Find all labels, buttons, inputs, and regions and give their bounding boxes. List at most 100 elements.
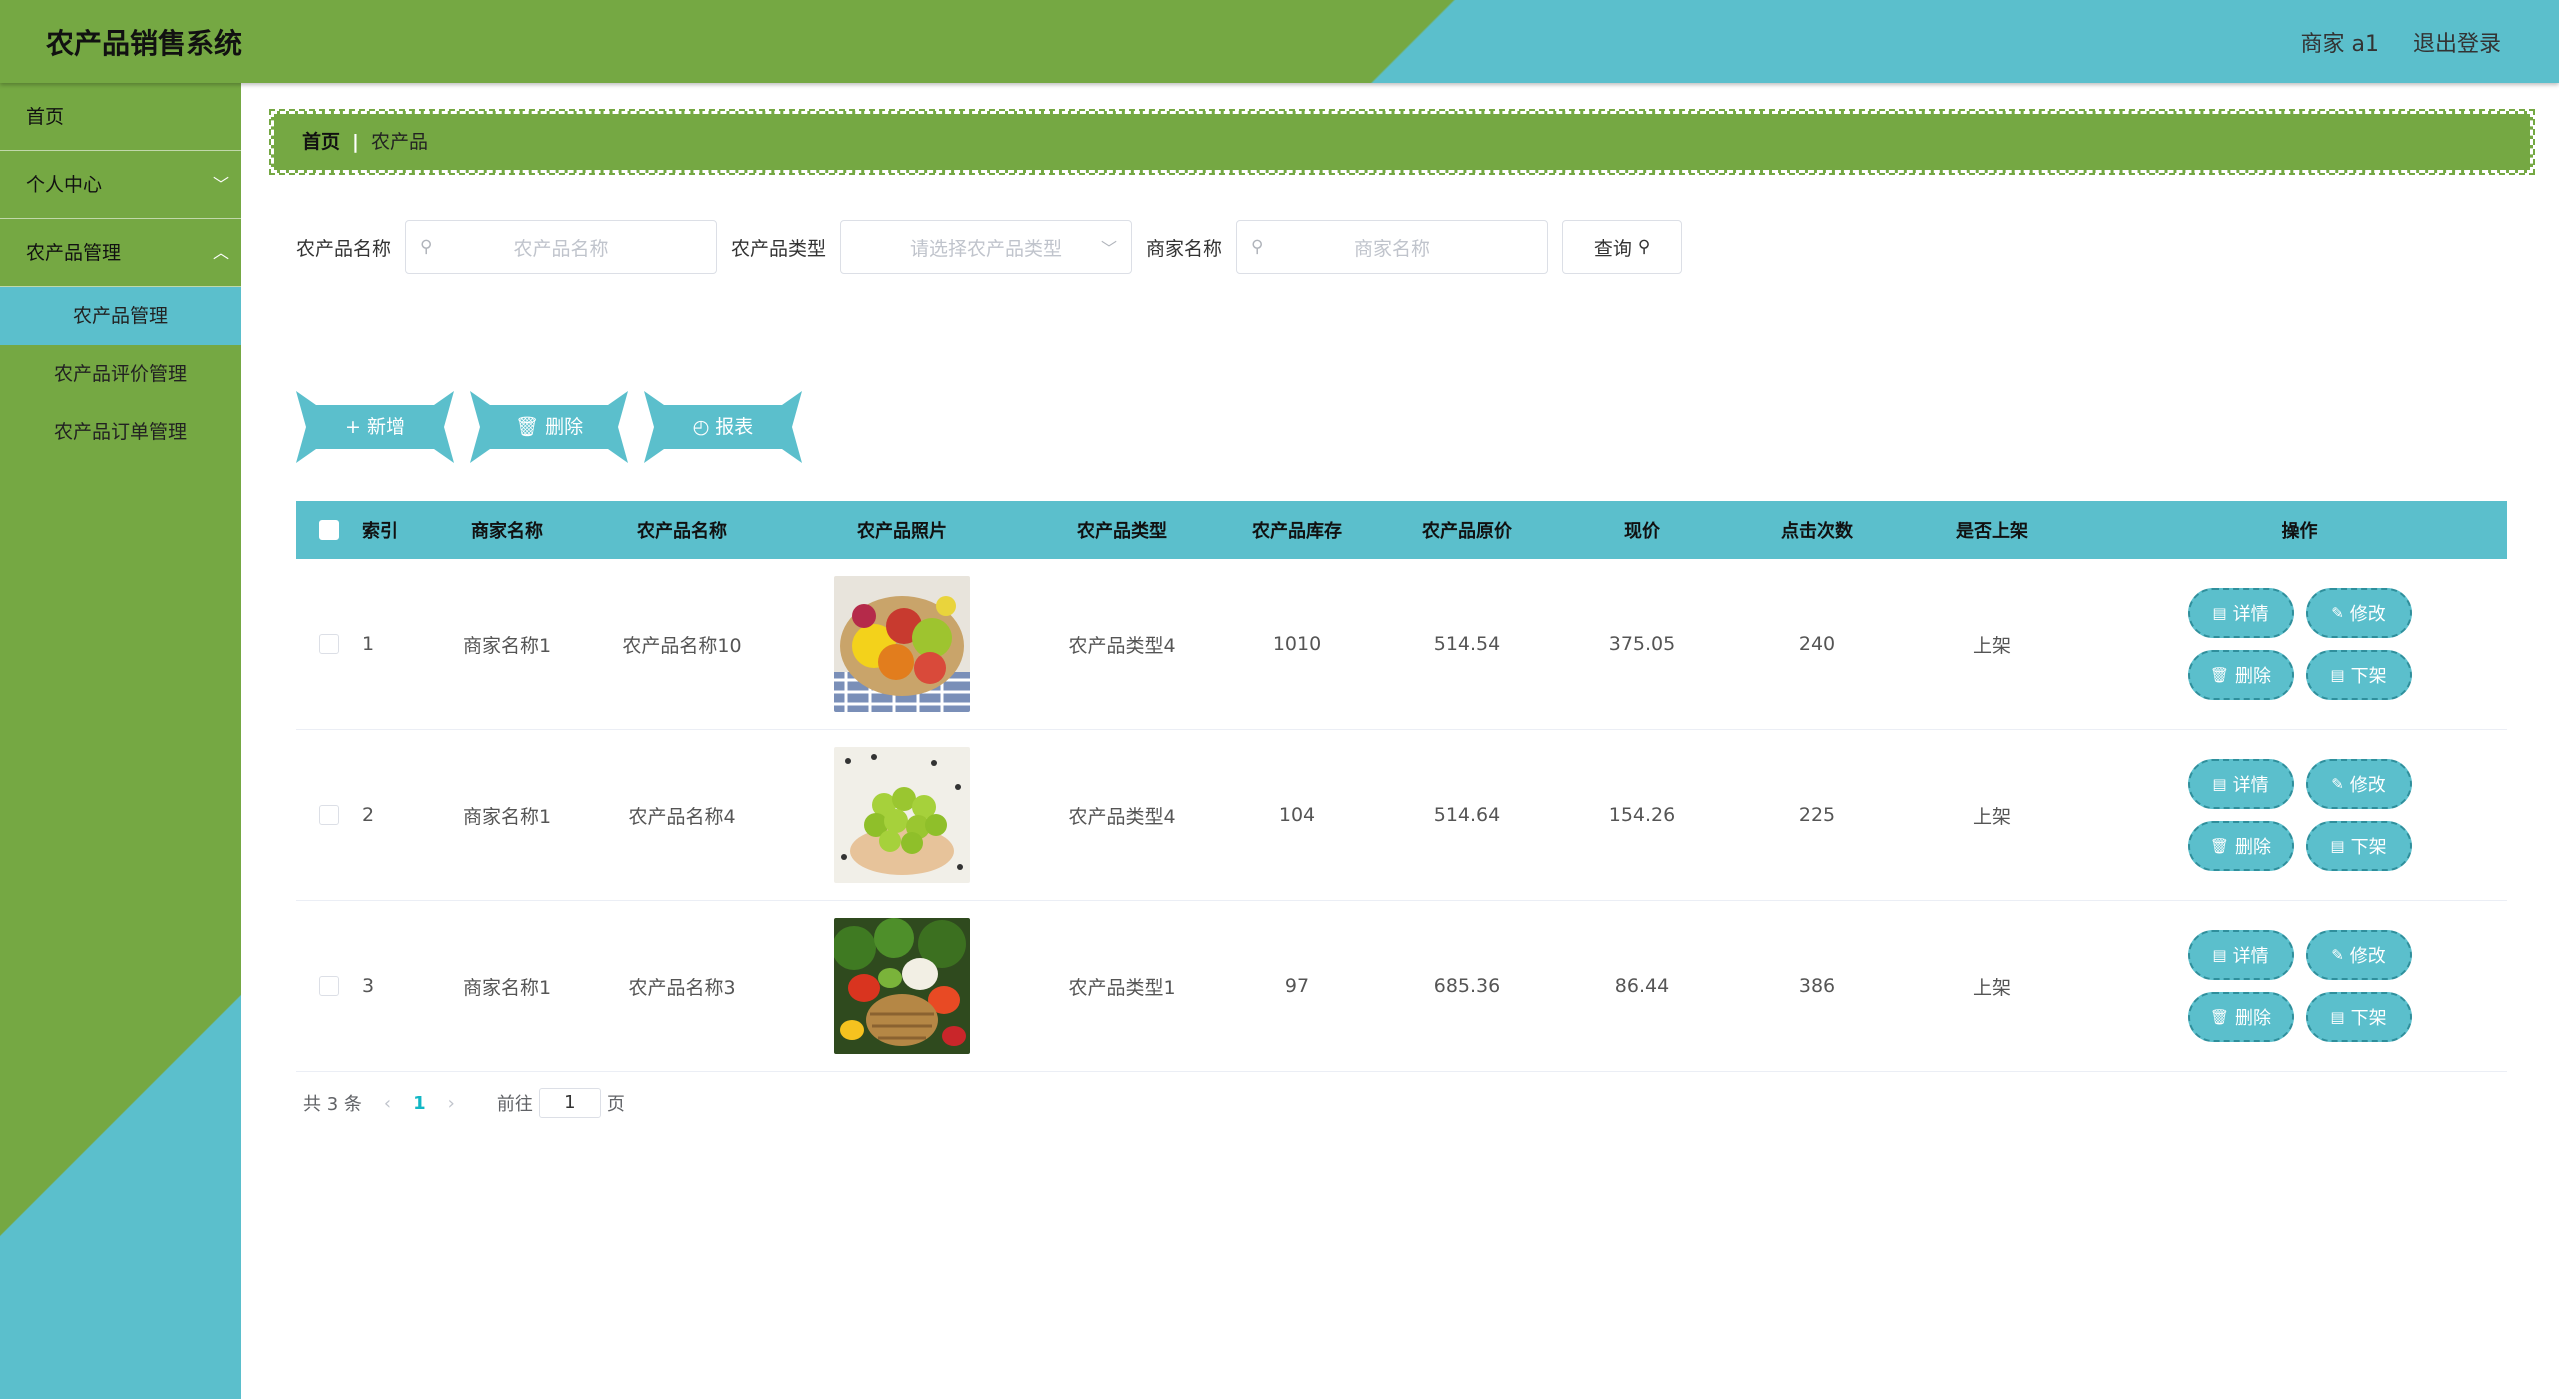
edit-button[interactable]: ✎ 修改 xyxy=(2305,930,2412,980)
sidebar-item-label: 首页 xyxy=(26,106,65,128)
trash-icon: 🗑 xyxy=(514,416,546,438)
query-button[interactable]: 查询 ⚲ xyxy=(1562,220,1683,274)
goto-page-input[interactable]: 1 xyxy=(538,1088,601,1118)
row-photo-cell xyxy=(762,576,1042,712)
merchant-name-input[interactable]: ⚲ 商家名称 xyxy=(1236,220,1549,274)
col-product-name: 农产品名称 xyxy=(637,521,727,542)
row-checkbox[interactable] xyxy=(319,805,339,825)
delete-button[interactable]: 🗑 删除 xyxy=(2187,992,2294,1042)
document-icon: ▤ xyxy=(2212,946,2227,964)
document-icon: ▤ xyxy=(2330,666,2345,684)
detail-button[interactable]: ▤ 详情 xyxy=(2187,930,2294,980)
row-current-price: 154.26 xyxy=(1608,804,1676,826)
edit-button-label: 修改 xyxy=(2349,604,2386,625)
add-button-label-wrap: + 新增 xyxy=(316,405,434,449)
delete-button[interactable]: 🗑 删除 xyxy=(2187,821,2294,871)
pagination: 共 3 条 ‹ 1 › 前往 1 页 xyxy=(303,1088,625,1118)
next-page-button[interactable]: › xyxy=(448,1093,455,1114)
product-type-placeholder: 请选择农产品类型 xyxy=(910,237,1063,260)
col-product-type: 农产品类型 xyxy=(1077,521,1167,542)
edit-button[interactable]: ✎ 修改 xyxy=(2305,588,2412,638)
merchant-name-placeholder: 商家名称 xyxy=(1354,237,1431,260)
detail-button-label: 详情 xyxy=(2232,946,2269,967)
row-product-name: 农产品名称4 xyxy=(628,805,736,828)
row-photo-cell xyxy=(762,918,1042,1054)
app-title: 农产品销售系统 xyxy=(46,27,243,60)
unshelf-button[interactable]: ▤ 下架 xyxy=(2305,650,2412,700)
col-clicks: 点击次数 xyxy=(1781,521,1853,542)
row-original-price: 514.64 xyxy=(1433,804,1501,826)
plus-icon: + xyxy=(345,416,367,438)
sidebar-item-label: 个人中心 xyxy=(26,174,103,196)
prev-page-button[interactable]: ‹ xyxy=(384,1093,391,1114)
edit-button-label: 修改 xyxy=(2349,775,2386,796)
row-index: 3 xyxy=(362,975,375,997)
delete-button-label: 删除 xyxy=(545,416,584,438)
trash-icon: 🗑 xyxy=(2209,837,2230,855)
col-index: 索引 xyxy=(362,521,398,542)
row-clicks: 386 xyxy=(1798,975,1836,997)
col-stock: 农产品库存 xyxy=(1252,521,1342,542)
breadcrumb: 首页 | 农产品 xyxy=(269,109,2535,175)
row-original-price: 685.36 xyxy=(1433,975,1501,997)
select-all-checkbox[interactable] xyxy=(319,520,339,540)
row-merchant: 商家名称1 xyxy=(462,634,552,657)
table-header: 索引 商家名称 农产品名称 农产品照片 农产品类型 农产品库存 农产品原价 现价… xyxy=(296,501,2507,559)
unshelf-button[interactable]: ▤ 下架 xyxy=(2305,821,2412,871)
document-icon: ▤ xyxy=(2212,604,2227,622)
page-number-current[interactable]: 1 xyxy=(413,1093,426,1114)
row-operations: ▤ 详情 ✎ 修改 🗑 删除 ▤ 下架 xyxy=(2092,759,2507,871)
product-name-input[interactable]: ⚲ 农产品名称 xyxy=(405,220,718,274)
col-product-photo: 农产品照片 xyxy=(857,521,947,542)
col-merchant: 商家名称 xyxy=(471,521,543,542)
row-product-type: 农产品类型4 xyxy=(1068,805,1176,828)
merchant-name-label: 商家名称 xyxy=(1146,237,1223,260)
product-type-select[interactable]: 请选择农产品类型 ﹀ xyxy=(840,220,1133,274)
goto-label: 前往 xyxy=(496,1094,533,1115)
select-all-cell xyxy=(296,520,362,540)
row-merchant: 商家名称1 xyxy=(462,976,552,999)
table-row: 2 商家名称1 农产品名称4 农产品类型4 104 514.64 154.26 … xyxy=(296,730,2507,901)
sidebar-subitem-product-order-management[interactable]: 农产品订单管理 xyxy=(0,403,241,461)
row-current-price: 86.44 xyxy=(1614,975,1670,997)
breadcrumb-home[interactable]: 首页 xyxy=(302,131,340,153)
add-button-label: 新增 xyxy=(366,416,405,438)
delete-button-label: 删除 xyxy=(2235,666,2272,687)
edit-button[interactable]: ✎ 修改 xyxy=(2305,759,2412,809)
report-button[interactable]: ◴ 报表 xyxy=(644,391,802,463)
delete-button[interactable]: 🗑 删除 xyxy=(2187,650,2294,700)
row-operations: ▤ 详情 ✎ 修改 🗑 删除 ▤ 下架 xyxy=(2092,930,2507,1042)
pie-chart-icon: ◴ xyxy=(692,416,716,438)
sidebar-item-product-management[interactable]: 农产品管理 ︿ xyxy=(0,219,241,287)
row-product-name: 农产品名称3 xyxy=(628,976,736,999)
row-select-cell xyxy=(296,976,362,996)
row-index: 1 xyxy=(362,633,375,655)
col-original-price: 农产品原价 xyxy=(1422,521,1512,542)
delete-button-label: 删除 xyxy=(2235,837,2272,858)
fruit-bowl-image xyxy=(834,576,970,712)
add-button[interactable]: + 新增 xyxy=(296,391,454,463)
row-on-shelf: 上架 xyxy=(1972,634,2011,657)
product-name-label: 农产品名称 xyxy=(296,237,392,260)
unshelf-button-label: 下架 xyxy=(2350,666,2387,687)
row-product-type: 农产品类型1 xyxy=(1068,976,1176,999)
row-stock: 97 xyxy=(1284,975,1310,997)
detail-button[interactable]: ▤ 详情 xyxy=(2187,588,2294,638)
row-checkbox[interactable] xyxy=(319,976,339,996)
row-original-price: 514.54 xyxy=(1433,633,1501,655)
col-operations: 操作 xyxy=(2281,521,2318,542)
batch-delete-button[interactable]: 🗑 删除 xyxy=(470,391,628,463)
search-bar: 农产品名称 ⚲ 农产品名称 农产品类型 请选择农产品类型 ﹀ 商家名称 ⚲ 商家… xyxy=(296,219,1683,275)
row-stock: 104 xyxy=(1278,804,1316,826)
sidebar-item-home[interactable]: 首页 xyxy=(0,83,241,151)
pencil-icon: ✎ xyxy=(2331,604,2344,622)
sidebar-subitem-product-management[interactable]: 农产品管理 xyxy=(0,287,241,345)
sidebar-subitem-product-review-management[interactable]: 农产品评价管理 xyxy=(0,345,241,403)
sidebar-item-personal-center[interactable]: 个人中心 ﹀ xyxy=(0,151,241,219)
sidebar: 首页 个人中心 ﹀ 农产品管理 ︿ 农产品管理 农产品评价管理 农产品订单管理 xyxy=(0,83,241,1399)
detail-button[interactable]: ▤ 详情 xyxy=(2187,759,2294,809)
unshelf-button[interactable]: ▤ 下架 xyxy=(2305,992,2412,1042)
logout-link[interactable]: 退出登录 xyxy=(2413,26,2501,58)
top-header: 农产品销售系统 商家 a1 退出登录 xyxy=(0,0,2559,83)
row-checkbox[interactable] xyxy=(319,634,339,654)
